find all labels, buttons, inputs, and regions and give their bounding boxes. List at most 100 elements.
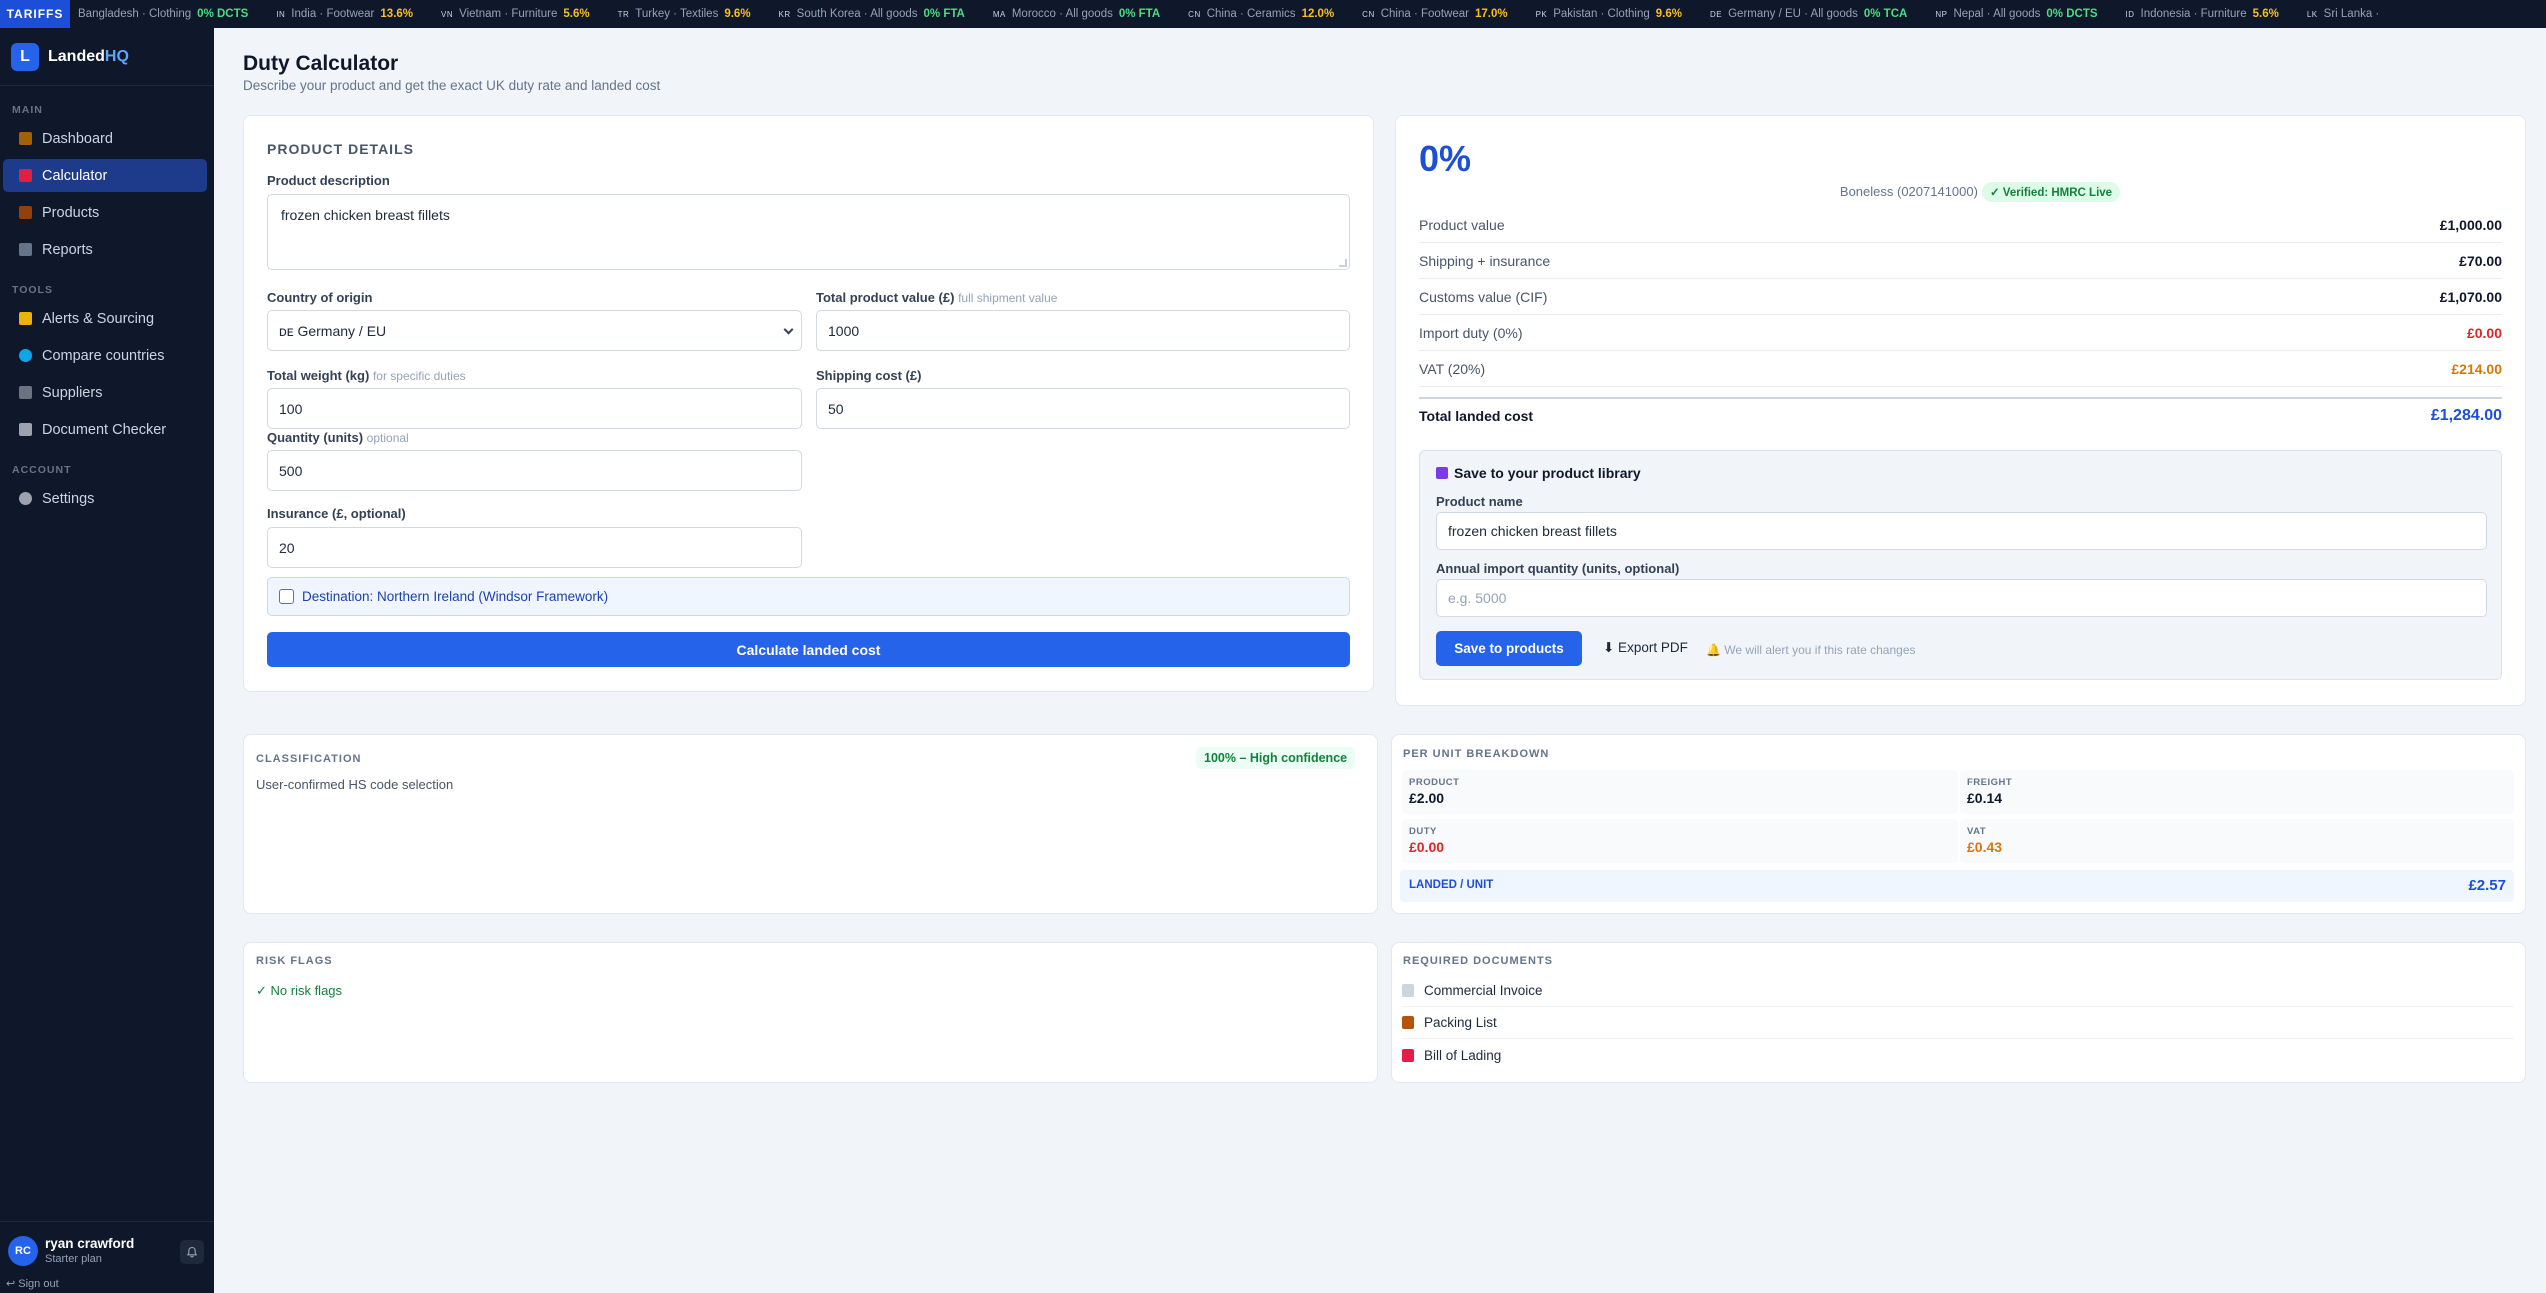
- quantity-value: 500: [279, 462, 303, 479]
- hs-code: Boneless (0207141000): [1839, 184, 1978, 199]
- cost-row-value: £0.00: [2466, 324, 2502, 341]
- northern-ireland-checkbox[interactable]: [279, 589, 294, 604]
- notifications-bell-icon[interactable]: [180, 1240, 204, 1264]
- flag-icon: PK: [1535, 9, 1548, 19]
- invoice-icon: [1402, 984, 1414, 997]
- sidebar-item-label: Products: [42, 204, 100, 221]
- export-pdf-button[interactable]: ⬇ Export PDF: [1603, 640, 1688, 656]
- ticker-label: TARIFFS: [0, 0, 70, 28]
- sidebar-item-compare[interactable]: Compare countries: [3, 339, 207, 372]
- ticker-item: TR Turkey · Textiles 9.6%: [604, 0, 765, 28]
- per-unit-duty-value: £0.00: [1409, 839, 1445, 855]
- ship-icon: [1402, 1048, 1414, 1062]
- hs-code-line: Boneless (0207141000) ✓ Verified: HMRC Li…: [1395, 182, 2546, 202]
- description-value: frozen chicken breast fillets: [281, 207, 450, 223]
- insurance-label: Insurance (£, optional): [267, 506, 406, 521]
- quantity-hint: optional: [366, 431, 409, 445]
- shipping-input[interactable]: 50: [816, 388, 1350, 429]
- sidebar-item-label: Settings: [42, 490, 95, 507]
- ticker-item-rate: 0% FTA: [1118, 8, 1161, 20]
- save-library-title-text: Save to your product library: [1454, 465, 1641, 481]
- dashboard-icon: [19, 132, 32, 145]
- save-to-products-button[interactable]: Save to products: [1436, 631, 1582, 666]
- sidebar-item-label: Document Checker: [42, 421, 167, 438]
- calculate-button[interactable]: Calculate landed cost: [267, 632, 1350, 667]
- sidebar-item-alerts[interactable]: Alerts & Sourcing: [3, 302, 207, 335]
- page-title: Duty Calculator: [243, 52, 399, 75]
- document-item: Bill of Lading: [1402, 1039, 2514, 1071]
- per-unit-duty-label: DUTY: [1409, 826, 1437, 837]
- sidebar-item-settings[interactable]: Settings: [3, 482, 207, 515]
- nav-section-main: MAIN: [12, 104, 43, 116]
- annual-quantity-input[interactable]: e.g. 5000: [1436, 579, 2487, 617]
- northern-ireland-option[interactable]: Destination: Northern Ireland (Windsor F…: [267, 577, 1350, 616]
- ticker-item: PK Pakistan · Clothing 9.6%: [1522, 0, 1696, 28]
- sidebar-item-label: Dashboard: [42, 130, 113, 147]
- sidebar-item-calculator[interactable]: Calculator: [3, 159, 207, 192]
- per-unit-duty: DUTY £0.00: [1402, 819, 1958, 863]
- product-name-input[interactable]: frozen chicken breast fillets: [1436, 512, 2487, 550]
- cost-row-value: £214.00: [2451, 360, 2502, 377]
- cost-row: Product value £1,000.00: [1419, 207, 2502, 243]
- product-value-label: Total product value (£) full shipment va…: [816, 290, 1057, 305]
- sidebar-item-reports[interactable]: Reports: [3, 233, 207, 266]
- avatar[interactable]: RC: [8, 1236, 38, 1266]
- weight-input[interactable]: 100: [267, 388, 802, 429]
- landed-per-unit-value: £2.57: [2468, 877, 2506, 894]
- sidebar-item-label: Alerts & Sourcing: [42, 310, 155, 327]
- quantity-input[interactable]: 500: [267, 450, 802, 491]
- rate-alert-note: 🔔 We will alert you if this rate changes: [1706, 643, 1916, 657]
- ticker-item-name: China · Footwear: [1380, 8, 1469, 20]
- ticker-item: LK Sri Lanka ·: [2293, 0, 2399, 28]
- total-landed-row: Total landed cost £1,284.00: [1419, 397, 2502, 433]
- insurance-input[interactable]: 20: [267, 527, 802, 568]
- sidebar-item-label: Compare countries: [42, 347, 165, 364]
- cost-row: Shipping + insurance £70.00: [1419, 243, 2502, 279]
- ticker-item: ID Indonesia · Furniture 5.6%: [2112, 0, 2293, 28]
- flag-icon: KR: [778, 9, 791, 19]
- ticker-item-rate: 0% TCA: [1863, 8, 1908, 20]
- per-unit-freight-value: £0.14: [1967, 790, 2003, 806]
- sign-out-link[interactable]: ↩ Sign out: [6, 1277, 59, 1290]
- ticker-item-name: Pakistan · Clothing: [1553, 8, 1650, 20]
- quantity-label-text: Quantity (units): [267, 430, 364, 445]
- sidebar-item-dashboard[interactable]: Dashboard: [3, 122, 207, 155]
- cost-row: Customs value (CIF) £1,070.00: [1419, 279, 2502, 315]
- product-value-hint: full shipment value: [958, 291, 1058, 305]
- country-select[interactable]: ᴅᴇ Germany / EU: [267, 310, 802, 351]
- ticker-item-rate: 12.0%: [1301, 8, 1335, 20]
- sidebar-item-label: Suppliers: [42, 384, 103, 401]
- user-plan: Starter plan: [45, 1253, 102, 1265]
- ticker-item-rate: 5.6%: [563, 8, 590, 20]
- cost-row-value: £70.00: [2459, 252, 2502, 269]
- sidebar: L LandedHQ MAIN Dashboard Calculator Pro…: [0, 28, 214, 1293]
- resize-handle-icon[interactable]: [1339, 259, 1347, 267]
- logo-text: LandedHQ: [48, 48, 129, 66]
- classification-text: User-confirmed HS code selection: [256, 777, 454, 792]
- landed-per-unit: LANDED / UNIT £2.57: [1400, 870, 2514, 902]
- country-label-text: Country of origin: [267, 290, 373, 305]
- landed-per-unit-label: LANDED / UNIT: [1409, 879, 1494, 891]
- ticker-item: KR South Korea · All goods 0% FTA: [765, 0, 979, 28]
- document-item-label: Bill of Lading: [1424, 1047, 1502, 1063]
- sidebar-item-suppliers[interactable]: Suppliers: [3, 376, 207, 409]
- description-textarea[interactable]: frozen chicken breast fillets: [267, 194, 1350, 270]
- tariff-ticker: Bangladesh · Clothing 0% DCTS IN India · Fo…: [0, 0, 2546, 28]
- sidebar-item-document-checker[interactable]: Document Checker: [3, 413, 207, 446]
- product-name-value: frozen chicken breast fillets: [1448, 523, 1617, 539]
- ticker-item: IN India · Footwear 13.6%: [262, 0, 427, 28]
- ticker-item-name: Sri Lanka ·: [2323, 8, 2380, 20]
- document-item: Packing List: [1402, 1007, 2514, 1039]
- description-label: Product description: [267, 173, 390, 188]
- sidebar-item-products[interactable]: Products: [3, 196, 207, 229]
- cost-row: VAT (20%) £214.00: [1419, 351, 2502, 387]
- shipping-value: 50: [828, 400, 844, 417]
- per-unit-product-value: £2.00: [1409, 790, 1445, 806]
- per-unit-vat: VAT £0.43: [1960, 819, 2514, 863]
- user-name: ryan crawford: [45, 1236, 135, 1251]
- product-value-input[interactable]: 1000: [816, 310, 1350, 351]
- cost-row-value: £1,000.00: [2439, 216, 2502, 233]
- nav-section-tools: TOOLS: [12, 284, 53, 296]
- logo[interactable]: L LandedHQ: [0, 28, 214, 86]
- flag-icon: TR: [617, 9, 630, 19]
